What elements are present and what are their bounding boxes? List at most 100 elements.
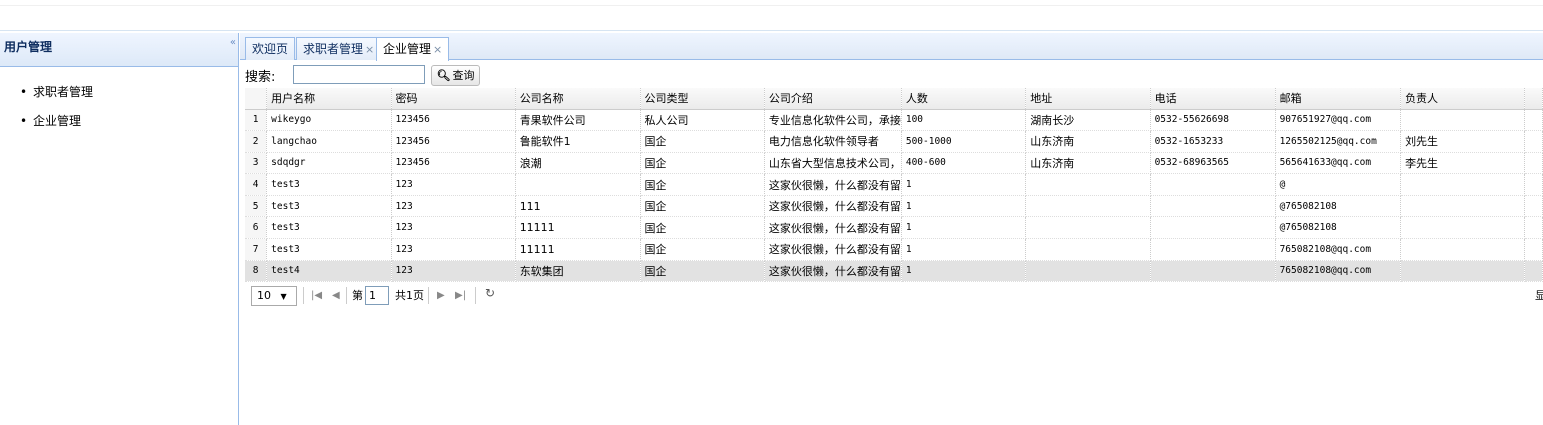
- column-header[interactable]: 负责人: [1400, 88, 1526, 110]
- table-cell: 123: [391, 238, 516, 261]
- prev-page-icon[interactable]: ◀: [332, 287, 340, 304]
- table-cell-filler: [1524, 260, 1543, 283]
- table-cell-filler: [1524, 238, 1543, 261]
- table-cell: 这家伙很懒，什么都没有留: [764, 216, 902, 240]
- search-button[interactable]: 🔍︎ 查询: [431, 65, 480, 86]
- column-header[interactable]: 邮箱: [1275, 88, 1402, 110]
- table-cell: 123: [391, 173, 516, 196]
- table-cell: 123: [391, 216, 516, 240]
- table-cell: 浪潮: [515, 152, 641, 175]
- menu-item-companies[interactable]: • 企业管理: [0, 114, 238, 143]
- table-cell-filler: [1524, 216, 1543, 240]
- collapse-icon[interactable]: «: [230, 37, 236, 48]
- table-row[interactable]: 2 langchao 123456 鲁能软件1 国企 电力信息化软件领导者 500-1000…: [245, 130, 1543, 153]
- table-cell: [1025, 238, 1151, 261]
- chevron-down-icon: ▼: [280, 292, 287, 301]
- divider: [303, 287, 304, 304]
- table-cell: 1: [901, 216, 1027, 240]
- row-number: 6: [245, 216, 268, 240]
- divider: [346, 287, 347, 304]
- table-cell: 123456: [391, 109, 516, 132]
- table-cell: sdqdgr: [266, 152, 392, 175]
- table-cell: [1400, 216, 1526, 240]
- column-header[interactable]: 地址: [1025, 88, 1151, 110]
- table-cell: 0532-1653233: [1150, 130, 1276, 153]
- column-header[interactable]: 公司名称: [515, 88, 641, 110]
- table-cell: 国企: [640, 130, 765, 153]
- grid-body: 1 wikeygo 123456 青果软件公司 私人公司 专业信息化软件公司，承接 100 湖…: [245, 109, 1543, 283]
- table-cell: 565641633@qq.com: [1275, 152, 1402, 175]
- row-number: 1: [245, 109, 268, 132]
- table-cell: [1025, 260, 1151, 283]
- last-page-icon[interactable]: ▶|: [455, 287, 466, 304]
- display-info: 显示: [1535, 289, 1543, 302]
- tab-label: 求职者管理: [303, 42, 364, 56]
- table-cell: 这家伙很懒，什么都没有留: [764, 195, 902, 218]
- close-icon[interactable]: ×: [365, 43, 374, 56]
- row-number: 8: [245, 260, 268, 283]
- table-cell: [1400, 109, 1526, 132]
- table-row[interactable]: 1 wikeygo 123456 青果软件公司 私人公司 专业信息化软件公司，承接 100 湖…: [245, 109, 1543, 132]
- table-cell: 鲁能软件1: [515, 130, 641, 153]
- table-cell: 400-600: [901, 152, 1027, 175]
- table-cell: 国企: [640, 216, 765, 240]
- menu-item-label: 求职者管理: [33, 85, 94, 99]
- table-cell-filler: [1524, 195, 1543, 218]
- table-cell: test3: [266, 195, 392, 218]
- menu-item-job-seekers[interactable]: • 求职者管理: [0, 85, 238, 114]
- tab-companies[interactable]: 企业管理 ×: [376, 37, 450, 61]
- table-cell: 1: [901, 238, 1027, 261]
- table-row[interactable]: 3 sdqdgr 123456 浪潮 国企 山东省大型信息技术公司， 400-600 山东济南…: [245, 152, 1543, 175]
- side-menu: • 求职者管理 • 企业管理: [0, 67, 238, 143]
- table-cell: 山东济南: [1025, 152, 1151, 175]
- table-cell: 123456: [391, 130, 516, 153]
- page-number-input[interactable]: 1: [365, 286, 389, 305]
- column-header[interactable]: 用户名称: [266, 88, 392, 110]
- table-cell: @: [1275, 173, 1402, 196]
- tab-bar: 欢迎页 求职者管理 × 企业管理 ×: [240, 33, 1543, 61]
- table-row[interactable]: 7 test3 123 11111 国企 这家伙很懒，什么都没有留 1 765082108@q…: [245, 238, 1543, 261]
- column-header[interactable]: 电话: [1150, 88, 1276, 110]
- table-cell: 国企: [640, 260, 765, 283]
- column-header[interactable]: 公司类型: [640, 88, 765, 110]
- first-page-icon[interactable]: |◀: [311, 287, 322, 304]
- west-panel-header: 用户管理 «: [0, 33, 238, 67]
- table-cell: 100: [901, 109, 1027, 132]
- tab-welcome[interactable]: 欢迎页: [245, 37, 296, 60]
- table-cell: 国企: [640, 238, 765, 261]
- table-cell: [1400, 260, 1526, 283]
- table-cell-filler: [1524, 152, 1543, 175]
- column-header-filler: [1524, 88, 1543, 110]
- table-cell: [1400, 238, 1526, 261]
- table-cell: [1400, 173, 1526, 196]
- pagination-bar: 10 ▼ |◀ ◀ 第 1 共1页 ▶ ▶| ↻ 显示: [245, 283, 1543, 309]
- next-page-icon[interactable]: ▶: [437, 287, 445, 304]
- column-header[interactable]: 人数: [901, 88, 1027, 110]
- table-row[interactable]: 8 test4 123 东软集团 国企 这家伙很懒，什么都没有留 1 765082108@qq…: [245, 260, 1543, 283]
- table-cell-filler: [1524, 109, 1543, 132]
- table-row[interactable]: 5 test3 123 111 国企 这家伙很懒，什么都没有留 1 @765082108: [245, 195, 1543, 218]
- menu-item-label: 企业管理: [33, 114, 82, 128]
- table-cell: 1265502125@qq.com: [1275, 130, 1402, 153]
- table-cell: 0532-55626698: [1150, 109, 1276, 132]
- column-header[interactable]: 公司介绍: [764, 88, 902, 110]
- table-cell: 青果软件公司: [515, 109, 641, 132]
- search-input[interactable]: [293, 65, 425, 84]
- page-size-select[interactable]: 10 ▼: [251, 286, 297, 306]
- table-cell: [1025, 216, 1151, 240]
- table-cell: 电力信息化软件领导者: [764, 130, 902, 153]
- table-cell: 500-1000: [901, 130, 1027, 153]
- table-row[interactable]: 6 test3 123 11111 国企 这家伙很懒，什么都没有留 1 @765082108: [245, 216, 1543, 240]
- center-panel: 欢迎页 求职者管理 × 企业管理 × 搜索: 🔍︎ 查询 用户名称 密码 公司名称 公…: [240, 33, 1543, 425]
- close-icon[interactable]: ×: [433, 43, 442, 56]
- column-header[interactable]: 密码: [391, 88, 516, 110]
- west-panel: 用户管理 « • 求职者管理 • 企业管理: [0, 33, 239, 425]
- table-row[interactable]: 4 test3 123 国企 这家伙很懒，什么都没有留 1 @: [245, 173, 1543, 196]
- table-cell: 123: [391, 195, 516, 218]
- table-cell: 111: [515, 195, 641, 218]
- tab-label: 企业管理: [383, 42, 432, 56]
- table-cell: [515, 173, 641, 196]
- tab-job-seekers[interactable]: 求职者管理 ×: [296, 37, 382, 60]
- row-number: 7: [245, 238, 268, 261]
- refresh-icon[interactable]: ↻: [485, 286, 495, 300]
